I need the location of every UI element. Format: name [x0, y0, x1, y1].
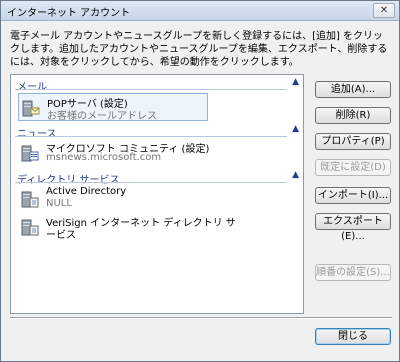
import-button[interactable]: インポート(I)... [315, 187, 391, 204]
account-detail: NULL [46, 198, 72, 209]
collapse-icon[interactable]: ▲ [292, 170, 299, 180]
account-item-pop-server[interactable]: POPサーバ (設定) お客様のメールアドレス [18, 93, 208, 122]
add-button[interactable]: 追加(A)... [315, 81, 391, 98]
account-detail: ービス [46, 230, 76, 241]
group-title-mail: メール [17, 82, 47, 93]
account-detail: お客様のメールアドレス [47, 111, 157, 122]
set-order-button[interactable]: 順番の設定(S)... [315, 264, 391, 281]
close-window-button[interactable]: ✕ [373, 3, 395, 18]
account-name: Active Directory [46, 186, 127, 197]
collapse-icon[interactable]: ▲ [292, 124, 299, 134]
directory-server-icon [20, 217, 40, 240]
properties-button[interactable]: プロパティ(P) [315, 133, 391, 150]
group-header-mail[interactable]: メール ▲ [15, 77, 301, 93]
collapse-icon[interactable]: ▲ [292, 77, 299, 87]
directory-server-icon [20, 189, 40, 212]
account-item-active-directory[interactable]: Active Directory NULL [18, 185, 208, 213]
instructions-text: 電子メール アカウントやニュースグループを新しく登録するには、[追加] をクリッ… [10, 31, 388, 68]
internet-accounts-dialog: インターネット アカウント ✕ 電子メール アカウントやニュースグループを新しく… [0, 0, 400, 362]
account-item-verisign[interactable]: VeriSign インターネット ディレクトリ サ ービス [18, 213, 236, 241]
group-header-news[interactable]: ニュース ▲ [15, 124, 301, 140]
group-title-directory: ディレクトリ サービス [17, 175, 120, 186]
news-server-icon [20, 143, 40, 166]
group-divider [15, 136, 287, 137]
export-button[interactable]: エクスポート(E)... [315, 213, 391, 242]
group-header-directory[interactable]: ディレクトリ サービス ▲ [15, 170, 301, 186]
set-default-button[interactable]: 既定に設定(D) [315, 159, 391, 176]
mail-server-icon [21, 98, 41, 121]
group-divider [15, 182, 287, 183]
footer-divider [10, 317, 392, 319]
accounts-list[interactable]: メール ▲ POPサーバ (設定) お客様のメールアドレス ニュース ▲ マイク… [10, 74, 304, 314]
group-title-news: ニュース [17, 129, 57, 140]
account-detail: msnews.microsoft.com [46, 152, 162, 163]
group-divider [15, 89, 287, 90]
title-bar: インターネット アカウント ✕ [1, 1, 399, 21]
account-item-microsoft-community[interactable]: マイクロソフト コミュニティ (設定) msnews.microsoft.com [18, 139, 209, 167]
remove-button[interactable]: 削除(R) [315, 107, 391, 124]
close-button[interactable]: 閉じる [315, 328, 391, 345]
window-title: インターネット アカウント [7, 8, 131, 19]
